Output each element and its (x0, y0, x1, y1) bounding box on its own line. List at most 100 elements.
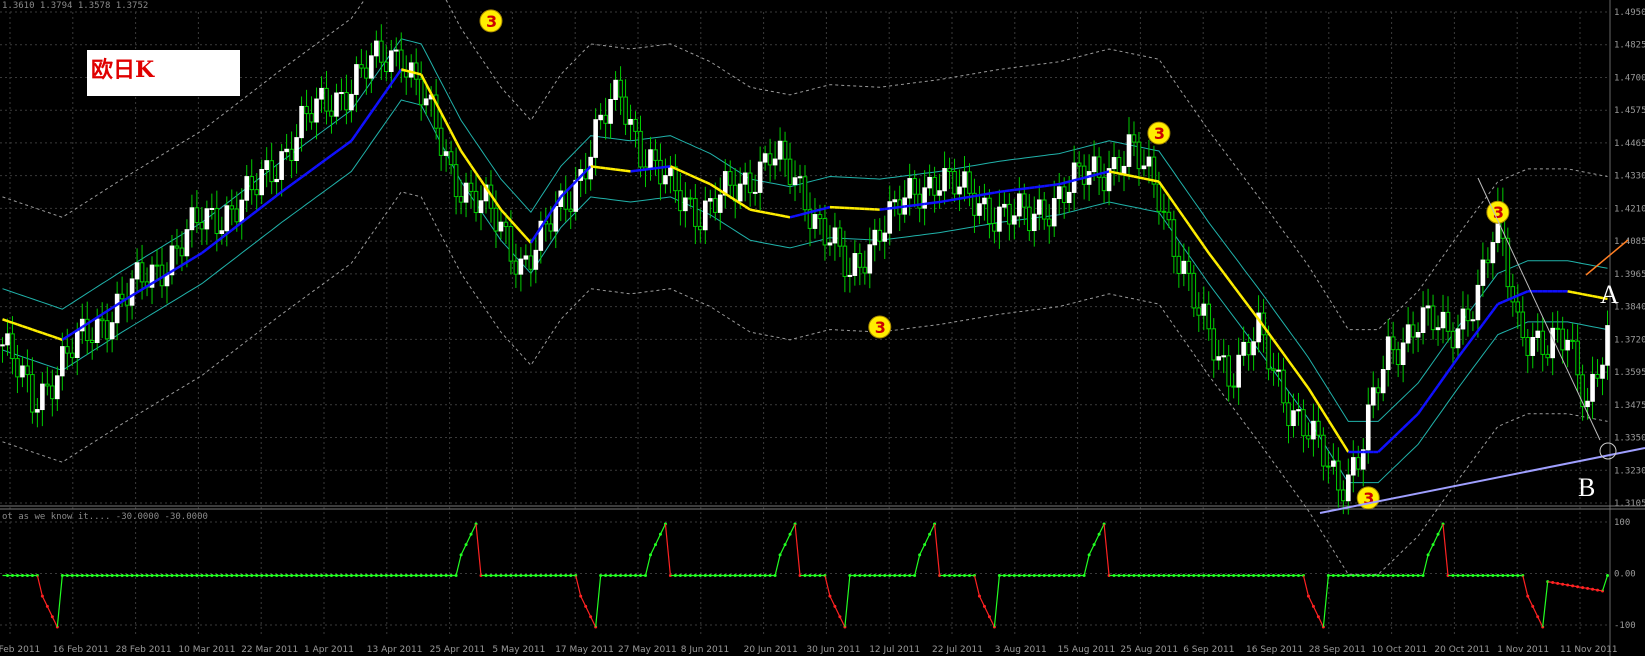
moving-average-segment (959, 196, 965, 200)
indicator-segment (1307, 595, 1314, 607)
candle-body (1450, 330, 1456, 349)
candle-body (64, 346, 70, 354)
candle-body (1355, 457, 1361, 470)
candle-body (1161, 210, 1167, 213)
y-tick-label: 1.3965 (1614, 270, 1645, 280)
moving-average-segment (449, 131, 458, 143)
indicator-segment (914, 554, 921, 576)
moving-average-segment (375, 97, 383, 106)
candle-body (1331, 460, 1336, 467)
moving-average-segment (679, 169, 686, 175)
moving-average-segment (1217, 265, 1225, 274)
moving-average-segment (405, 69, 412, 74)
moving-average-segment (600, 166, 606, 170)
candle-body (827, 242, 833, 246)
candle-body (1071, 162, 1077, 193)
candle-body (189, 207, 195, 231)
moving-average-segment (1108, 170, 1115, 174)
candle-body (199, 222, 205, 230)
candle-body (1600, 364, 1605, 379)
candle-body (523, 255, 529, 260)
moving-average-segment (884, 207, 890, 211)
moving-average-segment (136, 288, 143, 294)
moving-average-segment (275, 190, 283, 197)
candle-body (613, 79, 618, 100)
moving-average-segment (355, 125, 363, 135)
candle-body (379, 40, 384, 63)
candle-body (1350, 457, 1356, 476)
moving-average-segment (759, 210, 766, 214)
moving-average-segment (1471, 330, 1479, 339)
x-tick-label: 20 Oct 2011 (1434, 645, 1490, 655)
indicator-segment (1088, 544, 1095, 556)
moving-average-segment (1172, 202, 1180, 211)
moving-average-segment (1382, 441, 1390, 449)
candle-body (1435, 327, 1441, 331)
candle-body (508, 226, 514, 262)
indicator-point (1606, 574, 1610, 577)
x-tick-label: 3 Aug 2011 (995, 645, 1047, 655)
moving-average-segment (509, 219, 517, 228)
candle-body (573, 179, 579, 212)
moving-average-segment (640, 168, 646, 172)
candle-body (1545, 353, 1550, 359)
moving-average-segment (36, 330, 43, 335)
candle-body (608, 98, 613, 124)
candle-body (179, 247, 185, 257)
candle-body (1306, 435, 1311, 440)
candle-body (1081, 165, 1087, 185)
indicator-segment (1437, 523, 1444, 535)
moving-average-segment (889, 206, 895, 210)
candle-body (89, 339, 95, 344)
moving-average-segment (514, 225, 522, 233)
candle-body (653, 149, 658, 161)
moving-average-segment (1034, 185, 1040, 189)
moving-average-segment (1182, 216, 1190, 226)
candle-body (1555, 327, 1560, 330)
candle-body (374, 40, 379, 57)
candle-body (648, 149, 653, 170)
moving-average-segment (1522, 290, 1529, 295)
indicator-segment (993, 575, 1000, 628)
candle-body (1405, 324, 1411, 344)
candle-body (927, 176, 932, 189)
candle-body (1311, 420, 1316, 440)
candle-body (1206, 303, 1212, 330)
candle-body (957, 186, 962, 195)
moving-average-segment (724, 192, 731, 198)
indicator-segment (844, 575, 851, 628)
indicator-title: ot as we know it.... -30.0000 -30.0000 (2, 512, 208, 522)
candle-body (1390, 336, 1396, 351)
candle-body (1051, 198, 1057, 227)
indicator-segment (1522, 575, 1529, 597)
candle-body (1370, 387, 1376, 406)
moving-average-segment (1312, 395, 1320, 405)
x-tick-label: 25 Aug 2011 (1120, 645, 1178, 655)
x-tick-label: 30 Jun 2011 (806, 645, 860, 655)
moving-average-segment (1049, 183, 1055, 187)
moving-average-segment (27, 326, 33, 331)
moving-average-segment (934, 200, 940, 204)
moving-average-segment (211, 240, 218, 247)
candle-body (498, 221, 504, 232)
moving-average-segment (1407, 417, 1414, 425)
candle-body (947, 168, 952, 172)
candle-body (598, 114, 603, 121)
candle-body (1465, 308, 1471, 322)
candle-body (518, 258, 524, 275)
moving-average-segment (295, 176, 303, 182)
moving-average-segment (1427, 391, 1435, 401)
moving-average-segment (595, 165, 601, 169)
candle-body (1036, 199, 1042, 215)
indicator-segment (664, 523, 672, 576)
candle-body (1510, 286, 1516, 303)
moving-average-segment (1044, 184, 1050, 188)
candle-body (344, 92, 349, 111)
moving-average-segment (699, 178, 706, 184)
moving-average-segment (2, 318, 8, 323)
candle-body (1111, 157, 1117, 170)
indicator-segment (929, 523, 936, 535)
moving-average-segment (415, 72, 422, 76)
indicator-segment (36, 575, 43, 597)
moving-average-segment (1297, 373, 1305, 383)
